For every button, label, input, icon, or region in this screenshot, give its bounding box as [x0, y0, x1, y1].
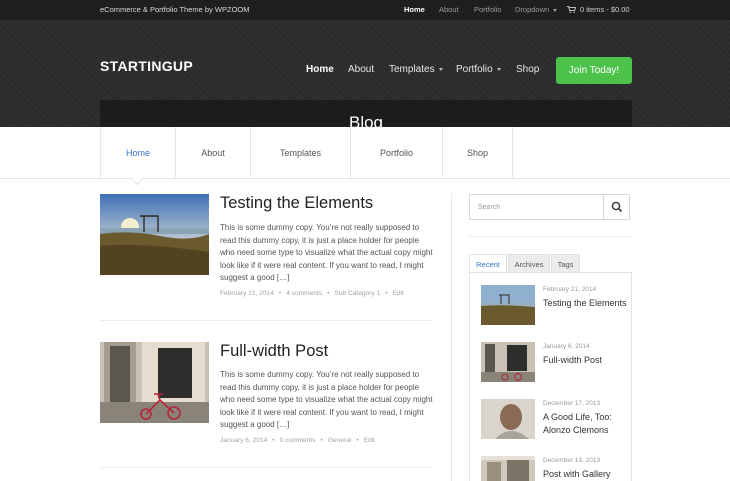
search-input[interactable] [470, 195, 604, 219]
site-logo[interactable]: STARTINGUP [100, 58, 193, 74]
post-date: January 6, 2014 [220, 437, 268, 444]
recent-post-title[interactable]: Post with Gallery [543, 468, 628, 481]
search-icon [611, 201, 623, 213]
recent-post-title[interactable]: Testing the Elements [543, 297, 628, 310]
cart-icon[interactable] [567, 6, 576, 13]
main-nav-portfolio-label: Portfolio [456, 64, 493, 75]
post-edit-link[interactable]: Edit [364, 437, 375, 444]
cart-summary[interactable]: 0 items - $0.00 [580, 5, 630, 14]
recent-post-title[interactable]: A Good Life, Too: Alonzo Clemons [543, 411, 628, 436]
tab-archives[interactable]: Archives [508, 254, 550, 273]
main-nav-shop[interactable]: Shop [516, 64, 539, 75]
post-divider [100, 467, 432, 468]
join-today-button[interactable]: Join Today! [556, 57, 632, 84]
main-nav-templates-label: Templates [389, 64, 435, 75]
post-edit-link[interactable]: Edit [393, 290, 404, 297]
post-thumbnail[interactable] [100, 194, 209, 275]
tab-recent[interactable]: Recent [469, 254, 507, 273]
post-comments-link[interactable]: 4 comments [286, 290, 322, 297]
recent-post-thumbnail[interactable] [481, 342, 535, 382]
chevron-down-icon [553, 8, 558, 12]
recent-post-thumbnail[interactable] [481, 285, 535, 325]
recent-post-thumbnail[interactable] [481, 399, 535, 439]
recent-post-date: December 17, 2013 [543, 400, 601, 407]
post-title[interactable]: Full-width Post [220, 342, 328, 361]
main-nav-about[interactable]: About [348, 64, 374, 75]
post-divider [100, 320, 432, 321]
sidebar-divider [451, 193, 452, 481]
top-nav-portfolio[interactable]: Portfolio [474, 5, 502, 14]
sub-nav-portfolio[interactable]: Portfolio [350, 127, 442, 179]
post-comments-link[interactable]: 0 comments [280, 437, 316, 444]
post-meta: February 21, 2014 • 4 comments • Sub Categor… [220, 290, 404, 297]
recent-post-thumbnail[interactable] [481, 456, 535, 481]
chevron-down-icon [438, 67, 443, 71]
sub-nav-divider [512, 127, 513, 179]
recent-post-title[interactable]: Full-width Post [543, 354, 628, 367]
tab-tags[interactable]: Tags [551, 254, 580, 273]
post-category-link[interactable]: General [328, 437, 351, 444]
top-nav-dropdown-label: Dropdown [515, 5, 550, 14]
post-meta: January 6, 2014 • 0 comments • General • Edit [220, 437, 375, 444]
sub-nav-templates[interactable]: Templates [250, 127, 350, 179]
search-button[interactable] [603, 195, 629, 219]
top-nav-dropdown[interactable]: Dropdown [515, 5, 558, 14]
recent-post-date: January 6, 2014 [543, 343, 590, 350]
sidebar-separator [469, 236, 632, 237]
main-nav-portfolio[interactable]: Portfolio [456, 64, 501, 75]
top-nav-about[interactable]: About [439, 5, 459, 14]
post-excerpt: This is some dummy copy. You’re not real… [220, 370, 433, 430]
top-nav-home[interactable]: Home [404, 5, 425, 14]
sub-nav-shop[interactable]: Shop [442, 127, 512, 179]
top-bar: eCommerce & Portfolio Theme by WPZOOM Ho… [0, 0, 730, 20]
site-header: STARTINGUP Home About Templates Portfoli… [0, 20, 730, 147]
post-title[interactable]: Testing the Elements [220, 194, 373, 213]
post-excerpt: This is some dummy copy. You’re not real… [220, 223, 433, 283]
recent-post-date: February 21, 2014 [543, 286, 597, 293]
post-date: February 21, 2014 [220, 290, 274, 297]
post-category-link[interactable]: Sub Category 1 [334, 290, 380, 297]
chevron-down-icon [496, 67, 501, 71]
post-thumbnail[interactable] [100, 342, 209, 423]
recent-post-date: December 13, 2013 [543, 457, 601, 464]
main-nav-templates[interactable]: Templates [389, 64, 443, 75]
search-form [469, 194, 630, 220]
sub-nav-about[interactable]: About [175, 127, 250, 179]
main-nav-home[interactable]: Home [306, 64, 334, 75]
site-tagline: eCommerce & Portfolio Theme by WPZOOM [100, 5, 250, 14]
sub-nav: Home About Templates Portfolio Shop [0, 127, 730, 186]
